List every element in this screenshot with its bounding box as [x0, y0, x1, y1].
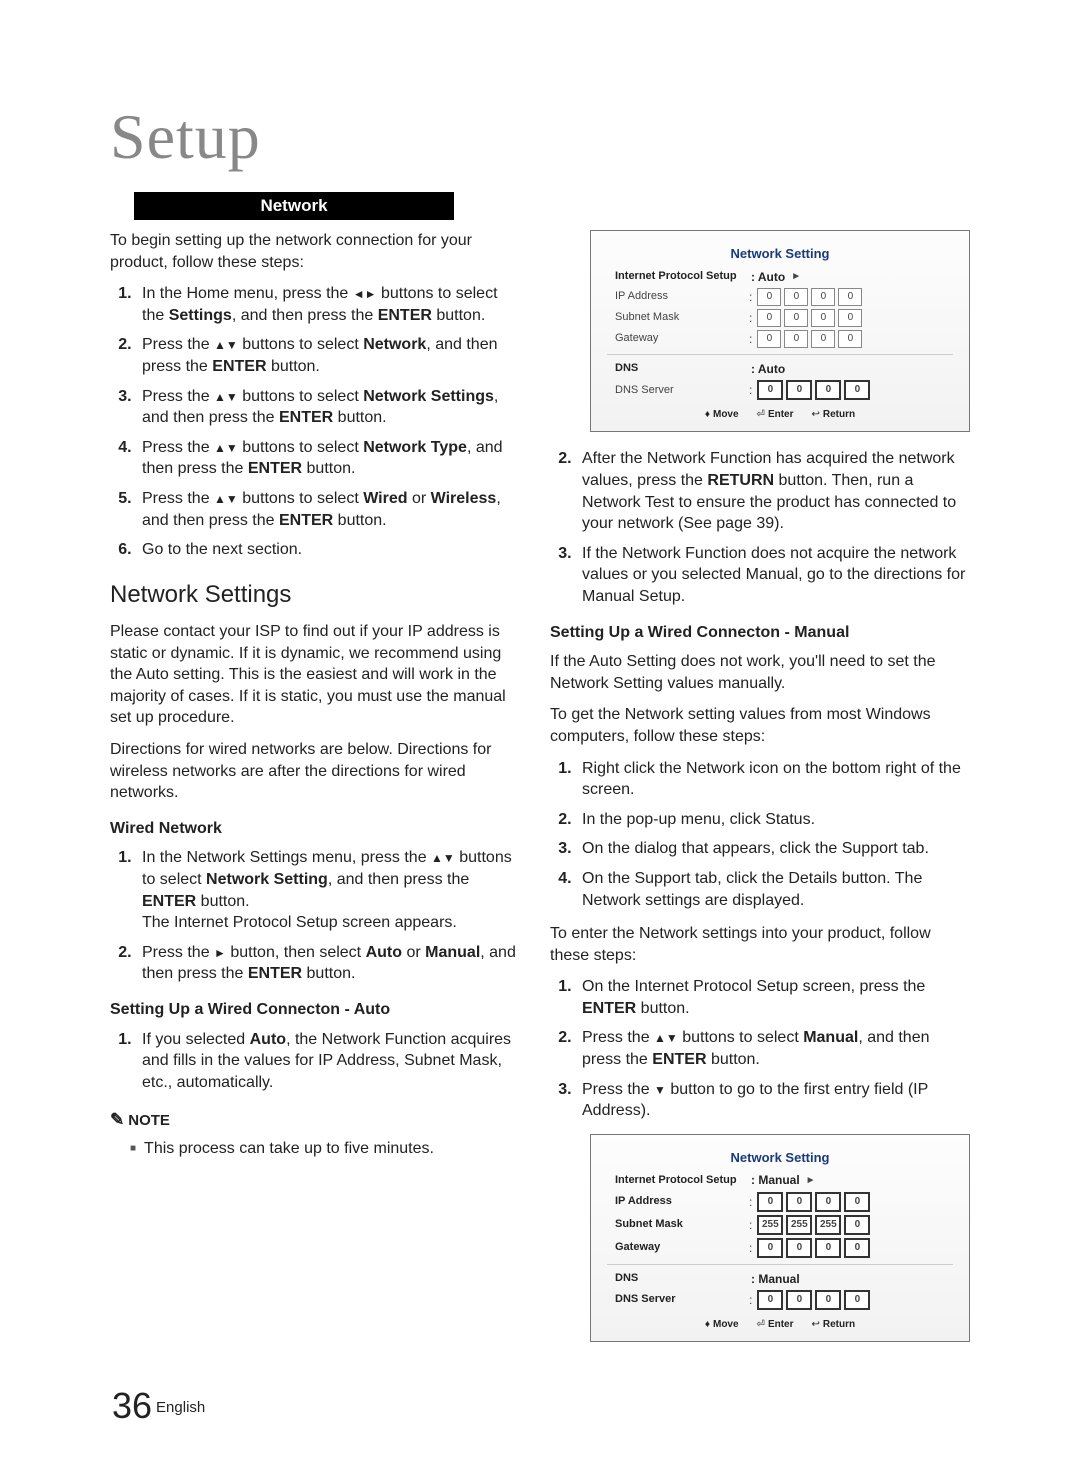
page-title: Setup — [110, 100, 970, 174]
note-list: This process can take up to five minutes… — [110, 1138, 520, 1160]
step-1: In the Home menu, press the ◄► buttons t… — [136, 283, 520, 326]
osd-footer: ♦Move ⏎Enter ↩Return — [615, 408, 945, 422]
up-down-icon: ▲▼ — [654, 1031, 678, 1045]
return-hint: ↩Return — [812, 1318, 856, 1332]
network-setting-panel-auto: Network Setting Internet Protocol Setup … — [590, 230, 970, 432]
manual-para3: To enter the Network settings into your … — [550, 923, 970, 966]
enter-icon: ⏎ — [757, 409, 765, 420]
row-subnet: Subnet Mask : 255 255 255 0 — [615, 1215, 945, 1235]
row-dns-server: DNS Server : 0 0 0 0 — [615, 1290, 945, 1310]
up-down-icon: ▲▼ — [431, 851, 455, 865]
up-down-icon: ▲▼ — [214, 441, 238, 455]
enter-hint: ⏎Enter — [757, 1318, 794, 1332]
manual-para1: If the Auto Setting does not work, you'l… — [550, 651, 970, 694]
step-3: Press the ▲▼ buttons to select Network S… — [136, 386, 520, 429]
network-setting-panel-manual: Network Setting Internet Protocol Setup … — [590, 1134, 970, 1342]
prod-step-2: Press the ▲▼ buttons to select Manual, a… — [576, 1027, 970, 1070]
enter-hint: ⏎Enter — [757, 408, 794, 422]
row-ips: Internet Protocol Setup : Manual► — [615, 1172, 945, 1188]
note-item: This process can take up to five minutes… — [130, 1138, 520, 1160]
right-icon: ► — [214, 946, 226, 960]
osd-title: Network Setting — [615, 1149, 945, 1167]
step-5: Press the ▲▼ buttons to select Wired or … — [136, 488, 520, 531]
up-down-icon: ♦ — [705, 409, 710, 420]
left-column: To begin setting up the network connecti… — [110, 230, 520, 1358]
return-hint: ↩Return — [812, 408, 856, 422]
auto-step-3: If the Network Function does not acquire… — [576, 543, 970, 608]
note-icon: ✎ — [110, 1109, 124, 1132]
chevron-right-icon: ► — [806, 1174, 816, 1188]
note-label: ✎NOTE — [110, 1109, 520, 1132]
two-column-layout: To begin setting up the network connecti… — [110, 230, 970, 1358]
row-dns: DNS : Manual — [615, 1271, 945, 1287]
osd-title: Network Setting — [615, 245, 945, 263]
enter-icon: ⏎ — [757, 1319, 765, 1330]
step-4: Press the ▲▼ buttons to select Network T… — [136, 437, 520, 480]
ips-mode: : Manual► — [749, 1172, 816, 1188]
main-setup-steps: In the Home menu, press the ◄► buttons t… — [110, 283, 520, 561]
wired-step-2: Press the ► button, then select Auto or … — [136, 942, 520, 985]
ips-mode: : Auto► — [749, 269, 801, 285]
auto-step-1: If you selected Auto, the Network Functi… — [136, 1029, 520, 1094]
wired-step-1: In the Network Settings menu, press the … — [136, 847, 520, 933]
step-2: Press the ▲▼ buttons to select Network, … — [136, 334, 520, 377]
step-6: Go to the next section. — [136, 539, 520, 561]
win-step-1: Right click the Network icon on the bott… — [576, 758, 970, 801]
chevron-right-icon: ► — [791, 270, 801, 284]
row-dns-server: DNS Server : 0 0 0 0 — [615, 380, 945, 400]
isp-paragraph: Please contact your ISP to find out if y… — [110, 621, 520, 729]
up-down-icon: ▲▼ — [214, 338, 238, 352]
return-icon: ↩ — [812, 1319, 820, 1330]
win-step-3: On the dialog that appears, click the Su… — [576, 838, 970, 860]
up-down-icon: ▲▼ — [214, 390, 238, 404]
auto-heading: Setting Up a Wired Connecton - Auto — [110, 999, 520, 1021]
right-column: Network Setting Internet Protocol Setup … — [550, 230, 970, 1358]
auto-step-2: After the Network Function has acquired … — [576, 448, 970, 534]
row-ip: IP Address : 0 0 0 0 — [615, 1192, 945, 1212]
return-icon: ↩ — [812, 409, 820, 420]
section-header-network: Network — [134, 192, 454, 220]
row-dns: DNS : Auto — [615, 361, 945, 377]
win-step-4: On the Support tab, click the Details bu… — [576, 868, 970, 911]
row-gateway: Gateway : 0 0 0 0 — [615, 1238, 945, 1258]
win-step-2: In the pop-up menu, click Status. — [576, 809, 970, 831]
left-right-icon: ◄► — [353, 287, 377, 301]
intro-text: To begin setting up the network connecti… — [110, 230, 520, 273]
row-ip: IP Address : 0 0 0 0 — [615, 288, 945, 306]
manual-para2: To get the Network setting values from m… — [550, 704, 970, 747]
manual-product-steps: On the Internet Protocol Setup screen, p… — [550, 976, 970, 1122]
row-gateway: Gateway : 0 0 0 0 — [615, 330, 945, 348]
directions-paragraph: Directions for wired networks are below.… — [110, 739, 520, 804]
move-hint: ♦Move — [705, 408, 739, 422]
auto-steps: If you selected Auto, the Network Functi… — [110, 1029, 520, 1094]
auto-continued-steps: After the Network Function has acquired … — [550, 448, 970, 607]
windows-steps: Right click the Network icon on the bott… — [550, 758, 970, 912]
up-down-icon: ♦ — [705, 1319, 710, 1330]
prod-step-1: On the Internet Protocol Setup screen, p… — [576, 976, 970, 1019]
network-settings-heading: Network Settings — [110, 579, 520, 611]
row-subnet: Subnet Mask : 0 0 0 0 — [615, 309, 945, 327]
manual-heading: Setting Up a Wired Connecton - Manual — [550, 622, 970, 644]
manual-page: Setup Network To begin setting up the ne… — [0, 0, 1080, 1479]
wired-steps: In the Network Settings menu, press the … — [110, 847, 520, 985]
osd-footer: ♦Move ⏎Enter ↩Return — [615, 1318, 945, 1332]
up-down-icon: ▲▼ — [214, 492, 238, 506]
move-hint: ♦Move — [705, 1318, 739, 1332]
prod-step-3: Press the ▼ button to go to the first en… — [576, 1079, 970, 1122]
wired-network-heading: Wired Network — [110, 818, 520, 840]
row-ips: Internet Protocol Setup : Auto► — [615, 269, 945, 285]
down-icon: ▼ — [654, 1083, 666, 1097]
page-number: 36English — [112, 1385, 205, 1427]
